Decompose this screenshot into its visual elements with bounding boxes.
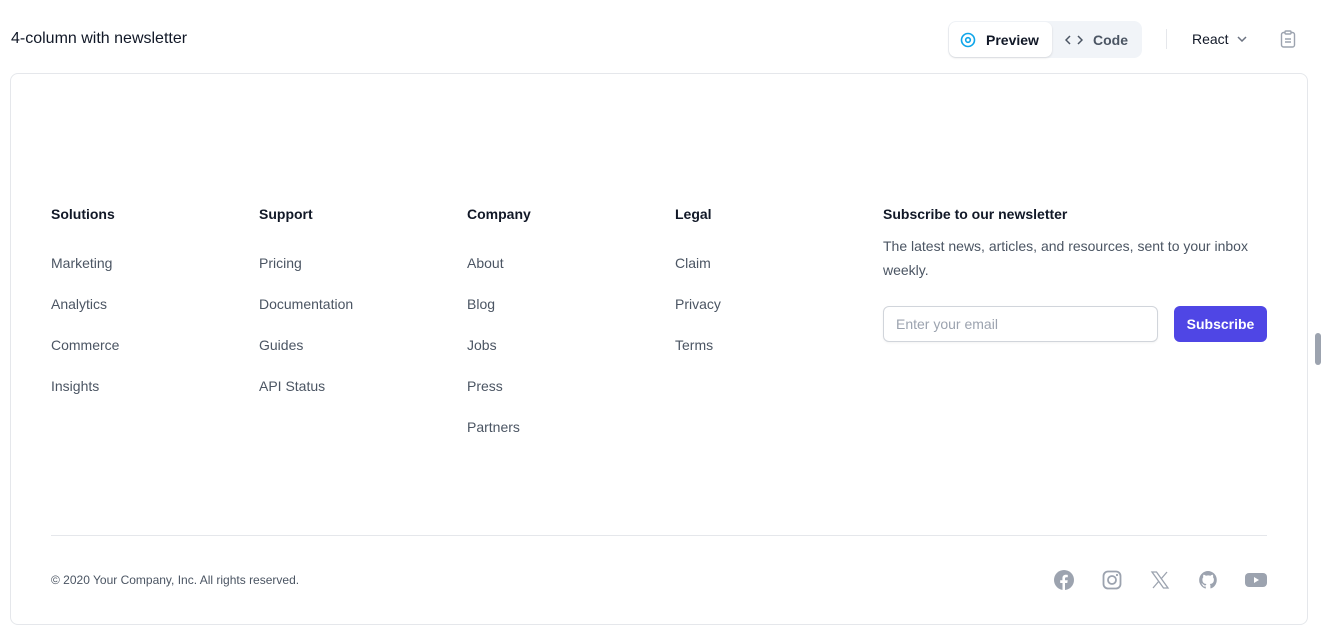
x-icon[interactable] [1148, 569, 1172, 591]
column-heading: Legal [675, 206, 712, 222]
eye-icon [960, 32, 976, 47]
copy-button[interactable] [1280, 30, 1296, 53]
clipboard-icon [1280, 30, 1296, 48]
footer-column-company: Company About Blog Jobs Press Partners [467, 206, 531, 437]
footer-link[interactable]: Partners [467, 419, 531, 437]
github-icon[interactable] [1196, 569, 1220, 591]
footer-link[interactable]: Terms [675, 337, 721, 355]
preview-tab[interactable]: Preview [949, 22, 1052, 57]
footer-link[interactable]: Insights [51, 378, 119, 396]
preview-label: Preview [986, 31, 1039, 48]
newsletter-heading: Subscribe to our newsletter [883, 206, 1068, 222]
footer-link[interactable]: Claim [675, 255, 721, 273]
view-toggle: Preview Code [948, 21, 1142, 58]
footer-divider [51, 535, 1267, 536]
footer-link[interactable]: Jobs [467, 337, 531, 355]
footer-link[interactable]: Press [467, 378, 531, 396]
facebook-icon[interactable] [1052, 569, 1076, 591]
framework-select[interactable]: React [1192, 31, 1247, 47]
preview-frame [10, 73, 1308, 625]
footer-column-solutions: Solutions Marketing Analytics Commerce I… [51, 206, 119, 396]
column-heading: Support [259, 206, 313, 222]
footer-column-support: Support Pricing Documentation Guides API… [259, 206, 353, 396]
footer-link[interactable]: Blog [467, 296, 531, 314]
newsletter-section: Subscribe to our newsletter The latest n… [883, 206, 1267, 282]
column-heading: Solutions [51, 206, 115, 222]
email-input[interactable] [883, 306, 1158, 342]
page-title: 4-column with newsletter [11, 30, 188, 47]
subscribe-button[interactable]: Subscribe [1174, 306, 1267, 342]
chevron-down-icon [1237, 36, 1247, 42]
divider [1166, 29, 1167, 49]
footer-link[interactable]: Guides [259, 337, 353, 355]
column-heading: Company [467, 206, 531, 222]
footer-link[interactable]: About [467, 255, 531, 273]
youtube-icon[interactable] [1244, 569, 1268, 591]
footer-link[interactable]: Commerce [51, 337, 119, 355]
footer-column-legal: Legal Claim Privacy Terms [675, 206, 721, 355]
social-links [1052, 569, 1268, 591]
footer-link[interactable]: Privacy [675, 296, 721, 314]
footer-link[interactable]: API Status [259, 378, 353, 396]
footer-link[interactable]: Pricing [259, 255, 353, 273]
newsletter-description: The latest news, articles, and resources… [883, 238, 1248, 278]
copyright: © 2020 Your Company, Inc. All rights res… [51, 573, 300, 587]
code-tab[interactable]: Code [1054, 22, 1139, 57]
instagram-icon[interactable] [1100, 569, 1124, 591]
footer-link[interactable]: Analytics [51, 296, 119, 314]
code-icon [1065, 34, 1083, 45]
code-label: Code [1093, 31, 1128, 48]
footer-link[interactable]: Documentation [259, 296, 353, 314]
footer-link[interactable]: Marketing [51, 255, 119, 273]
scrollbar-thumb[interactable] [1315, 333, 1321, 365]
framework-label: React [1192, 31, 1229, 47]
